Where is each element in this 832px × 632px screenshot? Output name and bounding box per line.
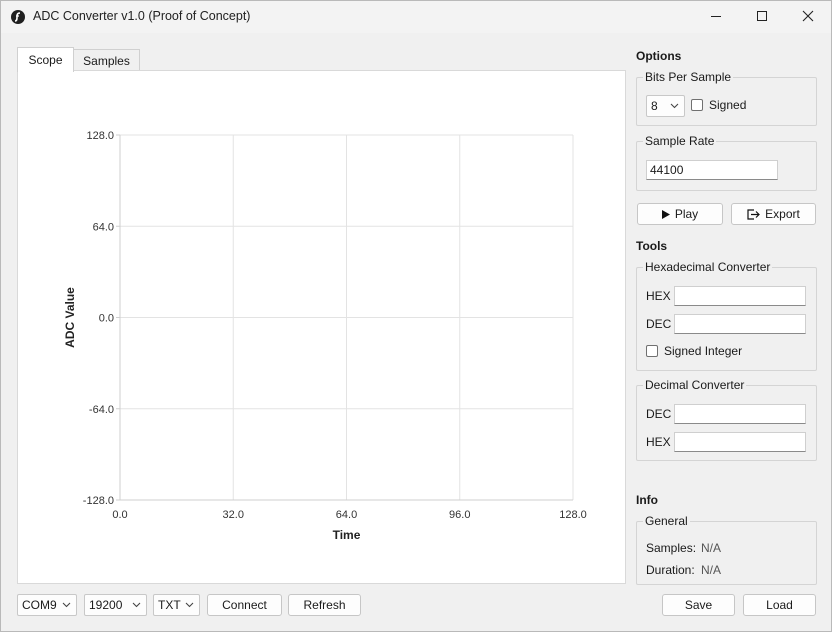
export-button[interactable]: Export <box>731 203 816 225</box>
baud-select[interactable]: 19200 <box>84 594 147 616</box>
x-axis-title: Time <box>333 528 361 542</box>
scope-panel: 0.0 32.0 64.0 96.0 128.0 128.0 64.0 0.0 -64.0 -12… <box>17 70 626 584</box>
export-icon <box>747 209 761 220</box>
format-value: TXT <box>158 598 181 612</box>
tab-samples[interactable]: Samples <box>74 49 140 71</box>
samples-label: Samples: <box>646 541 697 555</box>
options-heading: Options <box>636 49 682 63</box>
sample-rate-title: Sample Rate <box>643 134 717 148</box>
connect-button[interactable]: Connect <box>207 594 282 616</box>
x-tick-label: 128.0 <box>559 509 587 521</box>
x-tick-label: 32.0 <box>223 509 244 521</box>
chevron-down-icon <box>62 602 71 608</box>
bits-per-sample-title: Bits Per Sample <box>643 70 734 84</box>
duration-value: N/A <box>701 563 722 577</box>
hex-converter-hex-input[interactable] <box>674 286 806 306</box>
chevron-down-icon <box>670 103 679 109</box>
x-tick-label: 0.0 <box>112 509 127 521</box>
decimal-converter-title: Decimal Converter <box>643 378 747 392</box>
duration-label: Duration: <box>646 563 695 577</box>
hex-converter-title: Hexadecimal Converter <box>643 260 773 274</box>
baud-value: 19200 <box>89 598 123 612</box>
port-select[interactable]: COM9 <box>17 594 77 616</box>
close-button[interactable] <box>785 1 831 31</box>
info-heading: Info <box>636 493 658 507</box>
scope-chart: 0.0 32.0 64.0 96.0 128.0 128.0 64.0 0.0 -64.0 -12… <box>63 130 587 542</box>
export-label: Export <box>765 207 800 221</box>
refresh-button[interactable]: Refresh <box>288 594 361 616</box>
decimal-converter-dec-label: DEC <box>646 407 672 421</box>
minimize-button[interactable] <box>693 1 739 31</box>
maximize-button[interactable] <box>739 1 785 31</box>
y-tick-label: 128.0 <box>86 130 114 142</box>
signed-checkbox[interactable] <box>691 99 703 111</box>
y-axis-title: ADC Value <box>63 287 77 348</box>
x-tick-label: 96.0 <box>449 509 470 521</box>
decimal-converter-dec-input[interactable] <box>674 404 806 424</box>
format-select[interactable]: TXT <box>153 594 200 616</box>
samples-value: N/A <box>701 541 722 555</box>
load-button[interactable]: Load <box>743 594 816 616</box>
x-tick-label: 64.0 <box>336 509 357 521</box>
app-window: ADC Converter v1.0 (Proof of Concept) Sc… <box>0 0 832 632</box>
signed-integer-label: Signed Integer <box>664 344 743 358</box>
y-tick-label: 64.0 <box>93 221 114 233</box>
chevron-down-icon <box>132 602 141 608</box>
play-icon <box>661 210 670 220</box>
window-title: ADC Converter v1.0 (Proof of Concept) <box>33 9 251 23</box>
y-tick-label: 0.0 <box>99 313 114 325</box>
port-value: COM9 <box>22 598 57 612</box>
general-title: General <box>643 514 690 528</box>
title-bar: ADC Converter v1.0 (Proof of Concept) <box>1 1 831 33</box>
bits-per-sample-select[interactable]: 8 <box>646 95 685 117</box>
app-logo-icon <box>11 10 25 24</box>
hex-converter-hex-label: HEX <box>646 289 671 303</box>
decimal-converter-hex-label: HEX <box>646 435 671 449</box>
close-icon <box>802 10 814 22</box>
y-tick-label: -64.0 <box>89 404 114 416</box>
save-button[interactable]: Save <box>662 594 735 616</box>
signed-label: Signed <box>709 98 747 112</box>
play-label: Play <box>674 207 699 221</box>
sample-rate-input[interactable]: 44100 <box>646 160 778 180</box>
play-button[interactable]: Play <box>637 203 723 225</box>
bits-per-sample-value: 8 <box>651 99 658 113</box>
hex-converter-dec-label: DEC <box>646 317 672 331</box>
tools-heading: Tools <box>636 239 668 253</box>
tab-scope[interactable]: Scope <box>17 47 74 72</box>
hex-converter-dec-input[interactable] <box>674 314 806 334</box>
minimize-icon <box>711 16 721 17</box>
maximize-icon <box>757 11 767 21</box>
chevron-down-icon <box>185 602 194 608</box>
signed-integer-checkbox[interactable] <box>646 345 658 357</box>
decimal-converter-hex-input[interactable] <box>674 432 806 452</box>
y-tick-label: -128.0 <box>83 495 114 507</box>
